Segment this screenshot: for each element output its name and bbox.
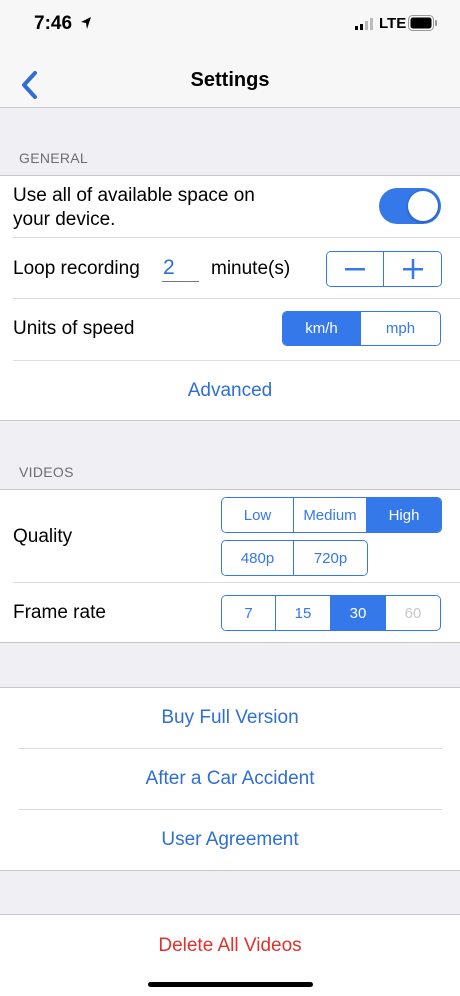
buy-full-version-link[interactable]: Buy Full Version (0, 707, 460, 729)
agreement-row[interactable]: User Agreement (0, 810, 460, 871)
quality-high-option[interactable]: High (367, 498, 441, 532)
quality-label: Quality (13, 526, 73, 547)
advanced-link[interactable]: Advanced (0, 380, 460, 402)
frame-rate-row: Frame rate 7 15 30 60 (0, 583, 460, 643)
quality-control: Low Medium High (221, 497, 442, 533)
resolution-720p-option[interactable]: 720p (294, 541, 367, 575)
quality-low-option[interactable]: Low (222, 498, 294, 532)
frame-rate-control: 7 15 30 60 (221, 595, 441, 631)
signal-icon (355, 18, 373, 30)
speed-mph-option[interactable]: mph (361, 312, 440, 345)
units-of-speed-label: Units of speed (13, 318, 135, 339)
location-arrow-icon (81, 17, 91, 29)
buy-row[interactable]: Buy Full Version (0, 688, 460, 748)
use-space-row: Use all of available space on your devic… (0, 176, 460, 237)
home-indicator (148, 982, 313, 987)
framerate-30-option[interactable]: 30 (331, 596, 386, 630)
plus-icon (402, 259, 423, 279)
quality-row: Quality Low Medium High 480p 720p (0, 490, 460, 582)
frame-rate-label: Frame rate (13, 602, 106, 623)
status-bar: 7:46 LTE (0, 0, 460, 50)
use-space-label-line1: Use all of available space on (13, 185, 255, 206)
loop-minutes-input[interactable]: 2 (162, 256, 199, 282)
danger-group: Delete All Videos (0, 914, 460, 996)
use-space-toggle[interactable] (379, 188, 441, 224)
advanced-row[interactable]: Advanced (0, 361, 460, 421)
loop-recording-label: Loop recording (13, 258, 140, 279)
videos-section-header: VIDEOS (19, 464, 74, 480)
units-of-speed-row: Units of speed km/h mph (0, 299, 460, 359)
increment-button[interactable] (384, 252, 441, 286)
after-car-accident-link[interactable]: After a Car Accident (0, 768, 460, 790)
delete-all-videos-button[interactable]: Delete All Videos (0, 935, 460, 957)
quality-medium-option[interactable]: Medium (294, 498, 367, 532)
general-section-header: GENERAL (19, 150, 89, 166)
speed-units-control: km/h mph (282, 311, 441, 346)
general-group: Use all of available space on your devic… (0, 175, 460, 421)
page-title: Settings (190, 69, 270, 91)
loop-unit-label: minute(s) (211, 258, 291, 279)
minus-icon (345, 268, 365, 271)
decrement-button[interactable] (327, 252, 384, 286)
use-space-label-line2: your device. (13, 209, 116, 230)
network-type: LTE (379, 15, 407, 32)
videos-group: Quality Low Medium High 480p 720p Frame … (0, 489, 460, 643)
resolution-control: 480p 720p (221, 540, 368, 576)
use-space-label: Use all of available space on your devic… (13, 184, 255, 232)
framerate-15-option[interactable]: 15 (276, 596, 331, 630)
framerate-7-option[interactable]: 7 (222, 596, 276, 630)
delete-row[interactable]: Delete All Videos (0, 915, 460, 975)
battery-icon (408, 15, 437, 31)
user-agreement-link[interactable]: User Agreement (0, 829, 460, 851)
loop-stepper (326, 251, 442, 287)
links-group: Buy Full Version After a Car Accident Us… (0, 687, 460, 871)
framerate-60-option: 60 (386, 596, 440, 630)
speed-kmh-option[interactable]: km/h (283, 312, 361, 345)
loop-recording-row: Loop recording 2 minute(s) (0, 238, 460, 298)
accident-row[interactable]: After a Car Accident (0, 749, 460, 809)
status-time: 7:46 (34, 13, 73, 34)
navigation-bar: Settings (0, 50, 460, 108)
resolution-480p-option[interactable]: 480p (222, 541, 294, 575)
toggle-knob (408, 191, 438, 221)
